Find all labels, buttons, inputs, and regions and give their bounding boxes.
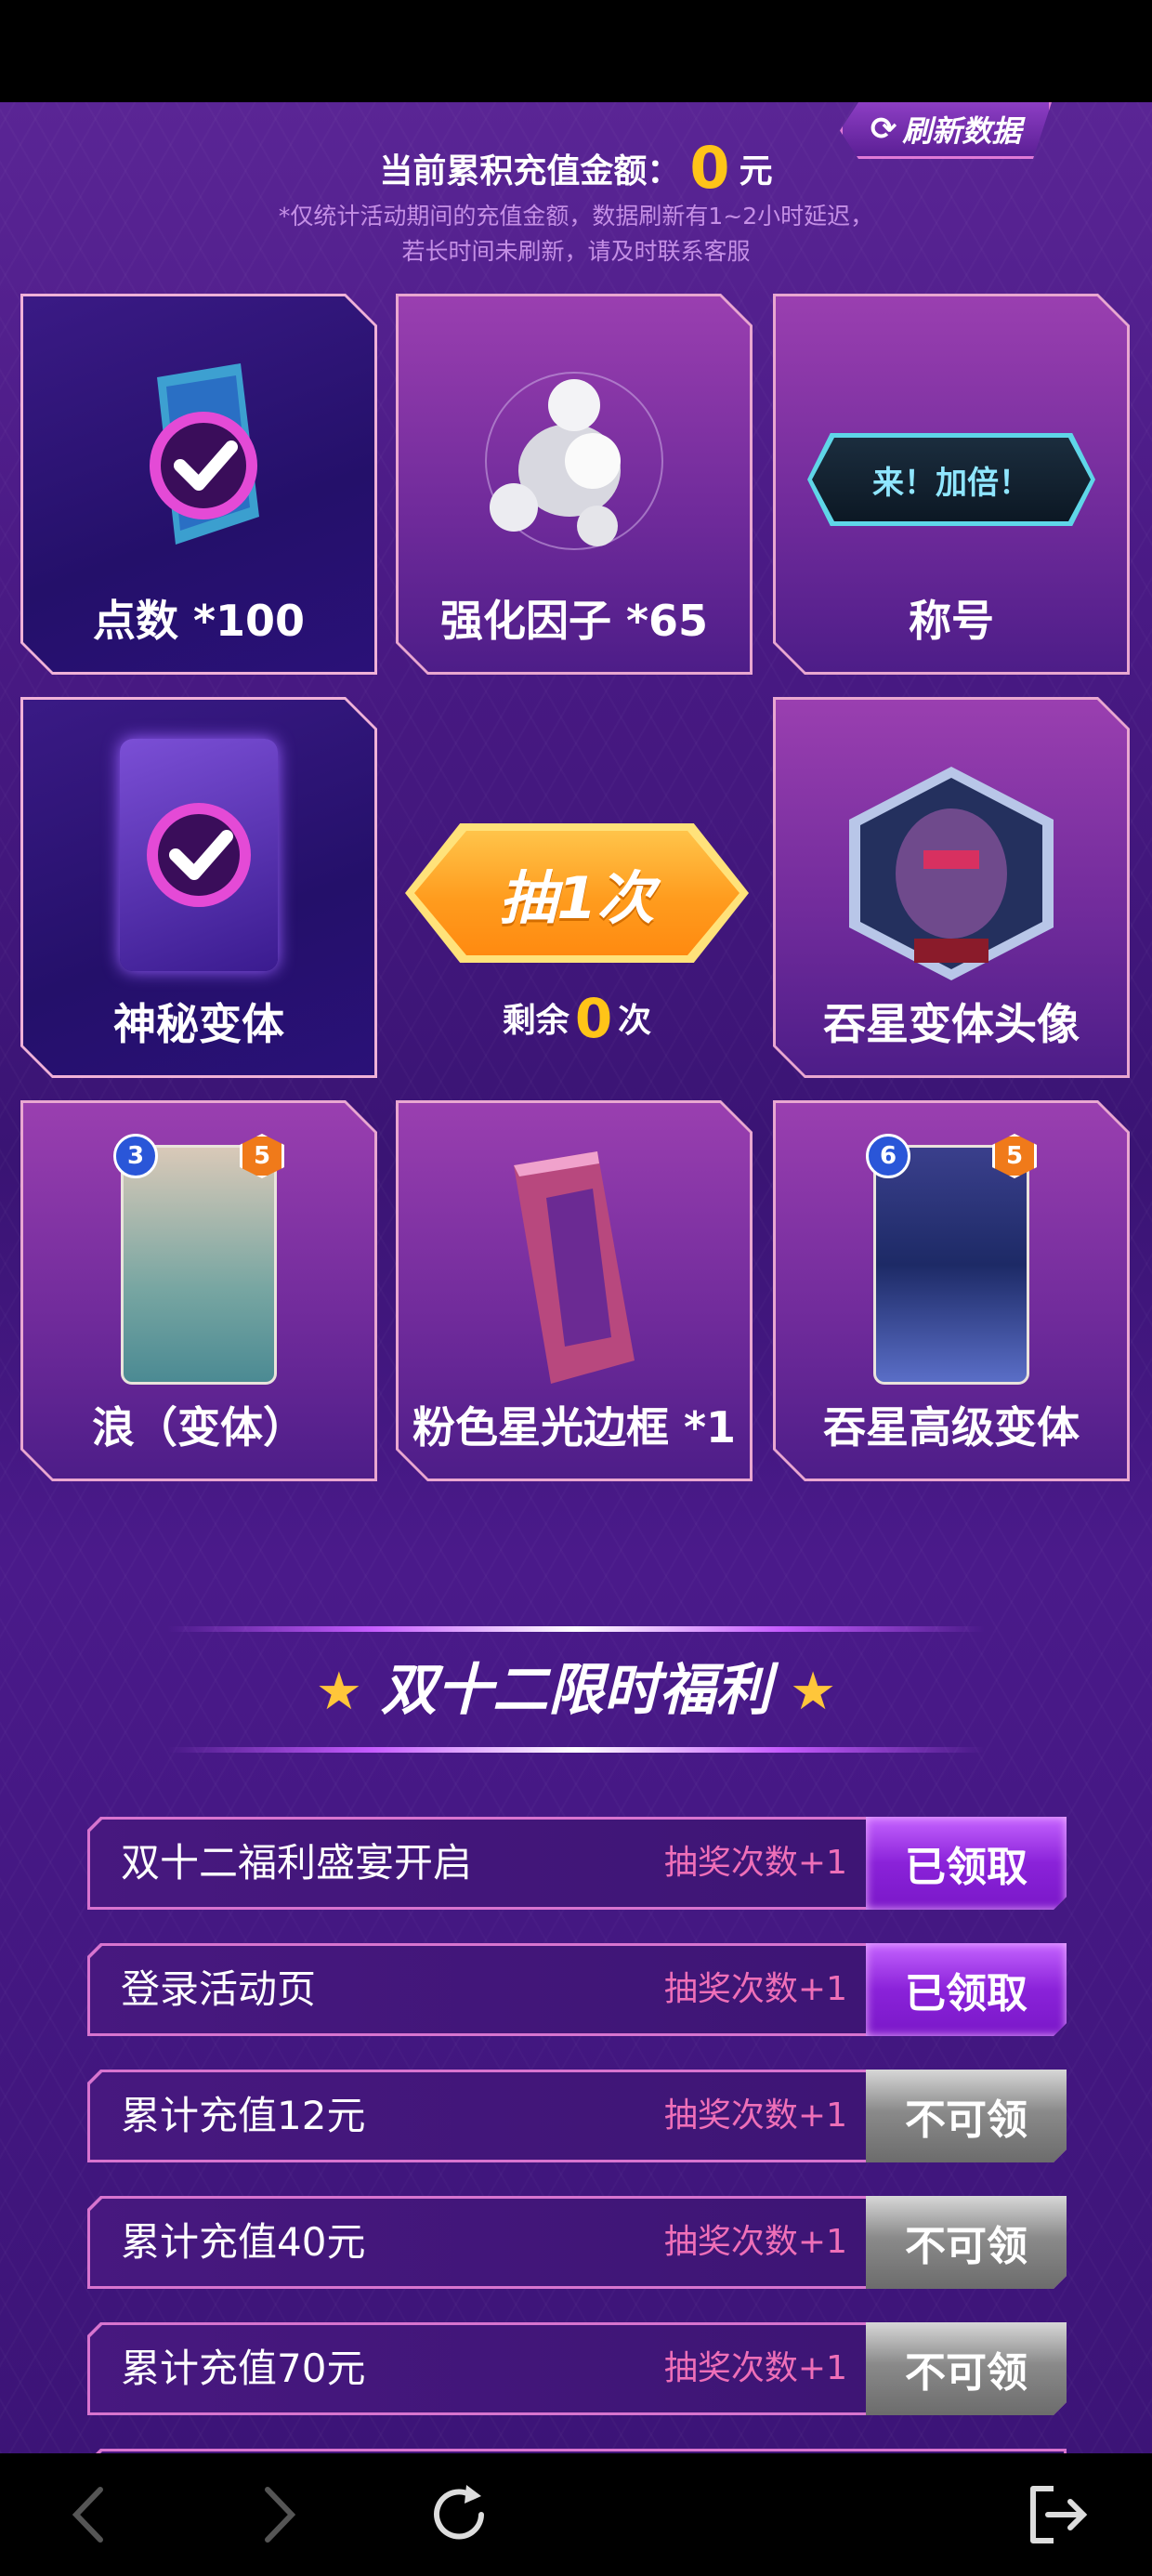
prize-cell-enhance-factor: 强化因子 *65 [396,294,753,675]
divider-glow [167,1747,985,1753]
prize-label: 浪（变体） [92,1402,306,1452]
task-reward: 抽奖次数+1 [663,1970,847,2008]
browser-nav-bar [0,2453,1152,2576]
check-crystal-icon [150,363,259,545]
task-reward: 抽奖次数+1 [663,2096,847,2135]
task-row: 双十二福利盛宴开启 抽奖次数+1 已领取 [87,1817,1067,1910]
forward-icon[interactable] [243,2479,314,2550]
task-unavailable-button[interactable]: 不可领 [866,2322,1067,2415]
prize-label: 吞星变体头像 [823,999,1080,1049]
total-amount: 0 [689,134,730,202]
pink-frame-icon [514,1151,635,1384]
prize-label: 称号 [909,596,994,646]
title-badge-icon: 来！加倍！ [807,433,1095,526]
reload-icon[interactable] [424,2479,494,2550]
section-title: ★ 双十二限时福利 ★ [315,1658,837,1723]
mystery-card-icon [120,739,278,971]
task-unavailable-button[interactable]: 不可领 [866,2070,1067,2162]
prize-cell-galactus-avatar: 吞星变体头像 [773,697,1130,1078]
prize-label: 神秘变体 [113,999,284,1049]
prize-label: 强化因子 *65 [439,596,709,646]
task-row: 登录活动页 抽奖次数+1 已领取 [87,1943,1067,2036]
wave-card-icon: 3 5 [113,1134,284,1385]
task-reward: 抽奖次数+1 [663,2349,847,2387]
prize-cell-galactus-premium-variant: 6 5 吞星高级变体 [773,1100,1130,1481]
prize-cell-mystery-variant: 神秘变体 [20,697,377,1078]
prize-cell-pink-frame: 粉色星光边框 *1 [396,1100,753,1481]
total-recharge: 当前累积充值金额： 0 元 [379,134,773,202]
prize-cell-points: 点数 *100 [20,294,377,675]
divider-glow [167,1626,985,1632]
star-icon: ★ [315,1662,362,1722]
galactus-card-icon: 6 5 [866,1134,1037,1385]
exit-icon[interactable] [1022,2479,1093,2550]
task-row: 累计充值70元 抽奖次数+1 不可领 [87,2322,1067,2415]
remaining-draws: 剩余 0 次 [502,987,652,1050]
back-icon[interactable] [54,2479,124,2550]
prize-label: 粉色星光边框 *1 [412,1402,737,1452]
task-name: 登录活动页 [121,1966,317,2012]
task-row: 累计充值12元 抽奖次数+1 不可领 [87,2070,1067,2162]
pearl-cluster-icon [485,372,663,550]
prize-label: 吞星高级变体 [823,1402,1080,1452]
prize-cell-title: 来！加倍！ 称号 [773,294,1130,675]
status-bar [0,0,1152,102]
recharge-note: *仅统计活动期间的充值金额，数据刷新有1~2小时延迟， 若长时间未刷新，请及时联… [278,203,874,265]
task-name: 累计充值70元 [121,2346,366,2391]
task-reward: 抽奖次数+1 [663,1844,847,1882]
task-claimed-button[interactable]: 已领取 [866,1817,1067,1910]
task-row: 累计充值40元 抽奖次数+1 不可领 [87,2196,1067,2289]
galactus-avatar-icon [849,767,1054,980]
draw-once-button[interactable]: 抽1次 [414,831,740,955]
prize-cell-wave-variant: 3 5 浪（变体） [20,1100,377,1481]
task-unavailable-button[interactable]: 不可领 [866,2196,1067,2289]
task-name: 累计充值12元 [121,2093,366,2138]
activity-page: ⟳ 刷新数据 当前累积充值金额： 0 元 *仅统计活动期间的充值金额，数据刷新有1~… [0,102,1152,2453]
star-icon: ★ [790,1662,837,1722]
task-claimed-button[interactable]: 已领取 [866,1943,1067,2036]
task-name: 累计充值40元 [121,2219,366,2265]
task-name: 双十二福利盛宴开启 [121,1840,473,1886]
remaining-count: 0 [574,987,613,1050]
task-reward: 抽奖次数+1 [663,2223,847,2261]
prize-label: 点数 *100 [92,596,306,646]
